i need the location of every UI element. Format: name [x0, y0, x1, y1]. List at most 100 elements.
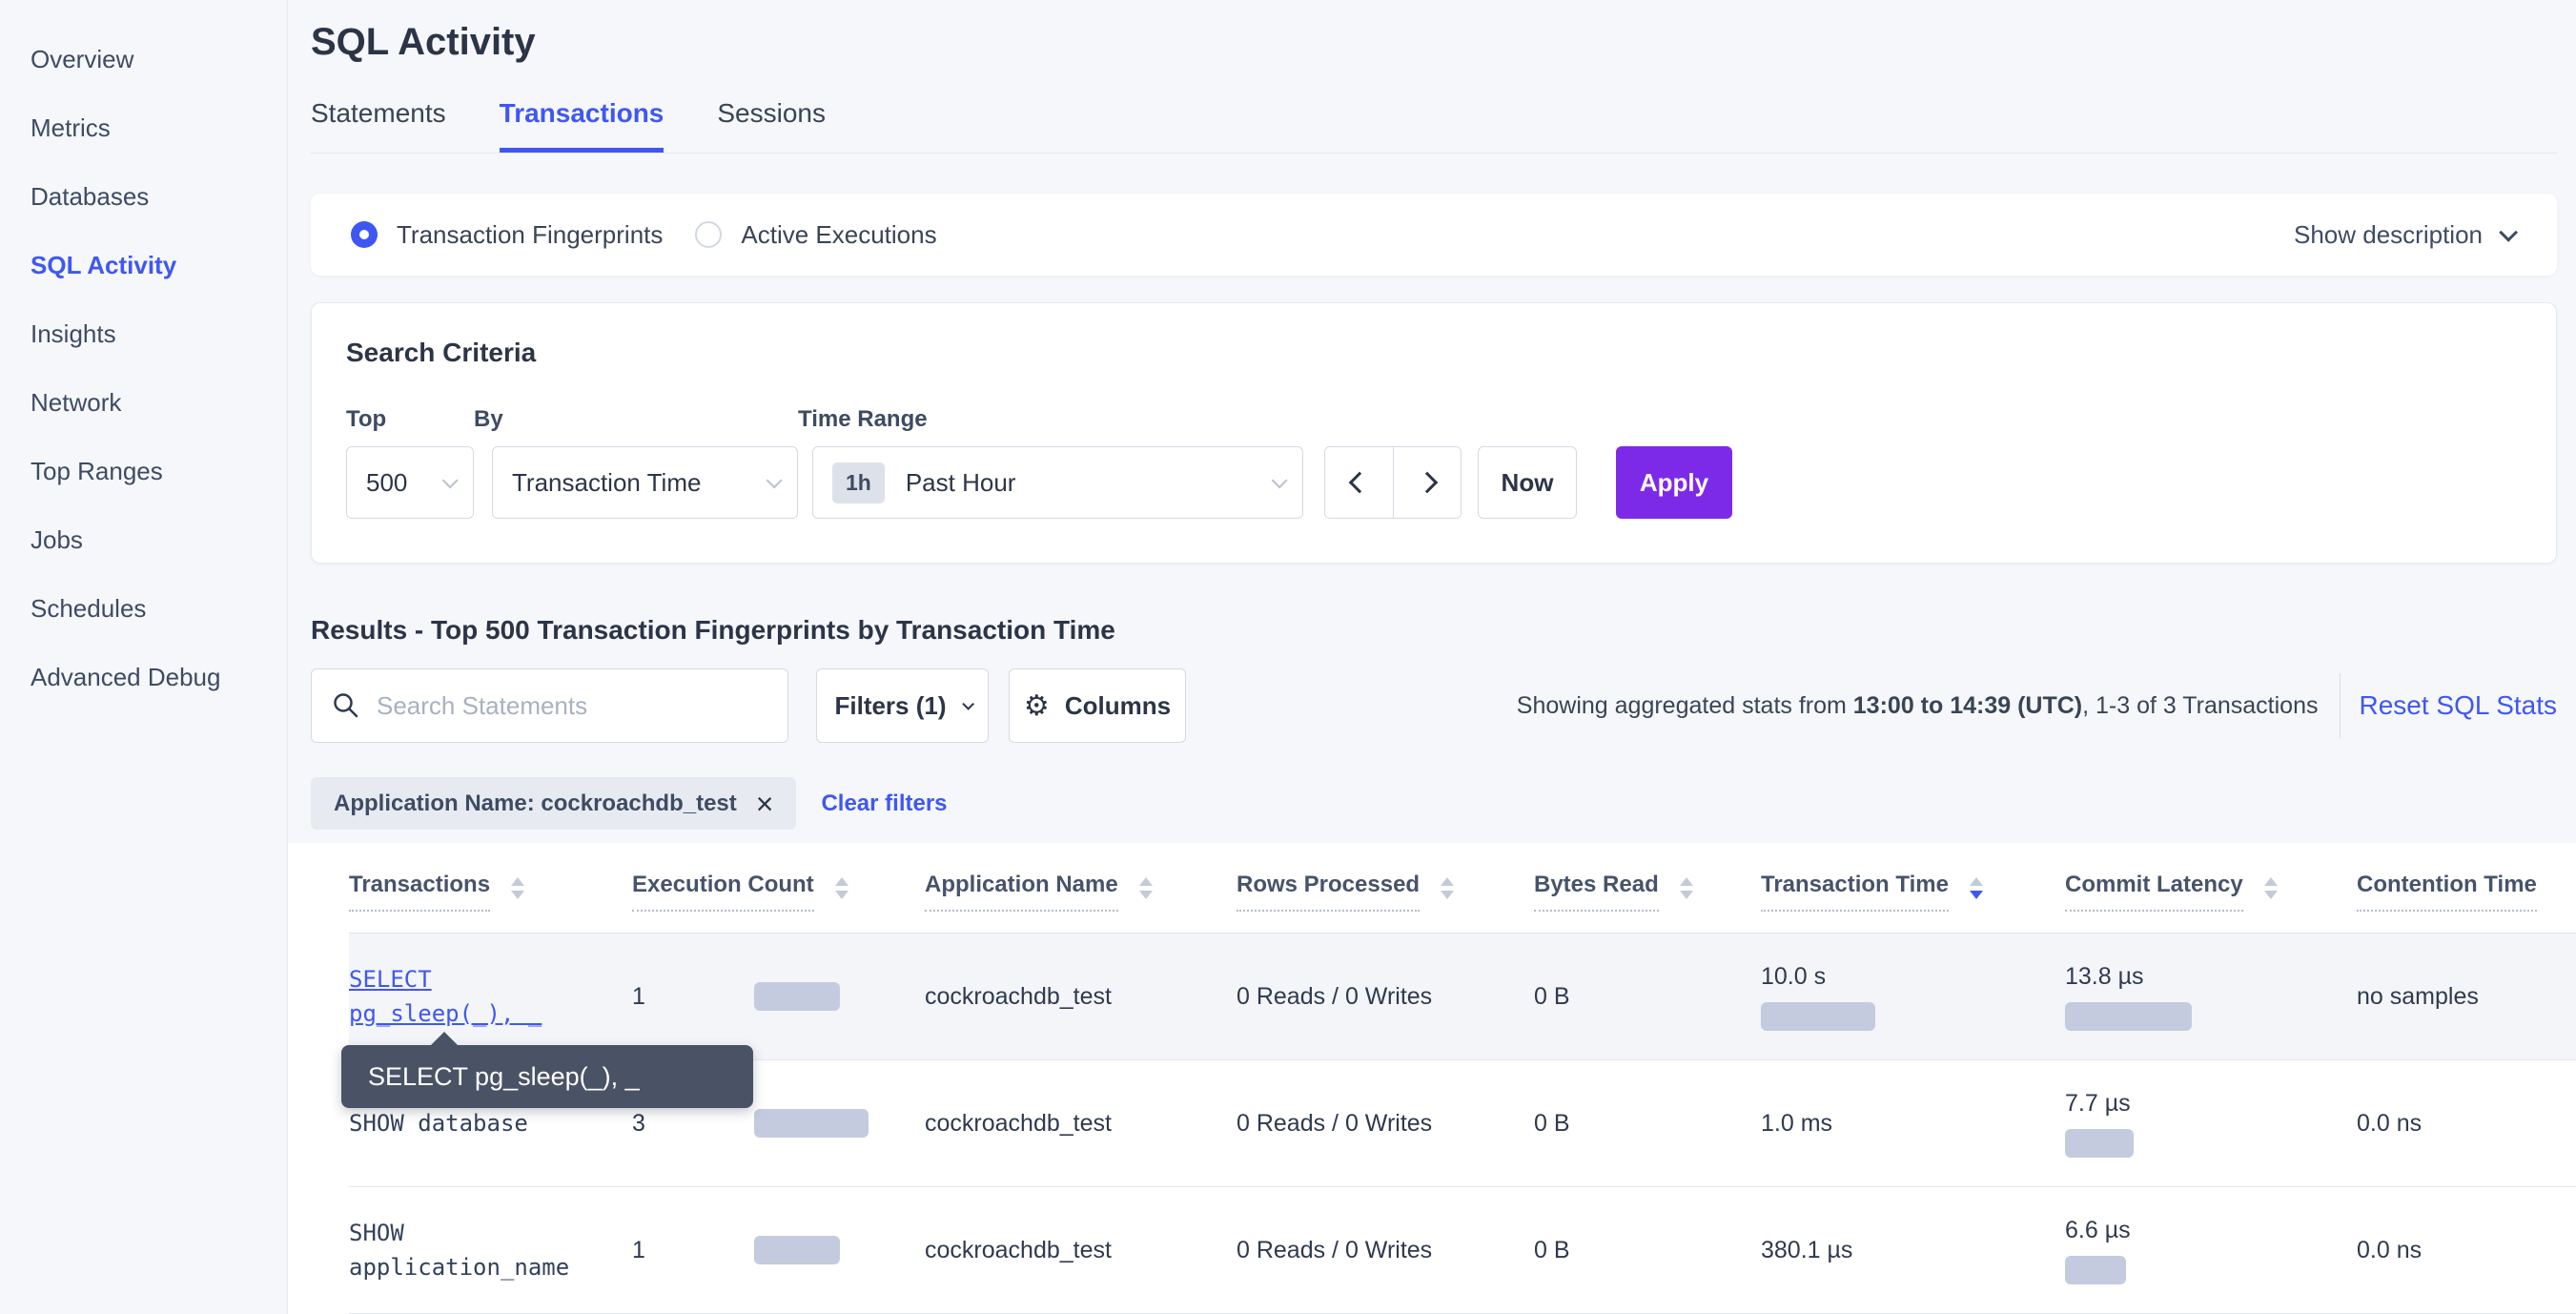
- time-range-select[interactable]: 1h Past Hour: [812, 446, 1303, 519]
- search-icon: [331, 690, 361, 721]
- sidebar-item-insights[interactable]: Insights: [0, 299, 287, 368]
- execution-count-value: 1: [632, 983, 754, 1011]
- radio-transaction-fingerprints[interactable]: Transaction Fingerprints: [351, 220, 663, 250]
- reset-sql-stats-link[interactable]: Reset SQL Stats: [2360, 690, 2558, 721]
- sidebar-item-databases[interactable]: Databases: [0, 162, 287, 231]
- time-range-field: Time Range 1h Past Hour: [798, 406, 1303, 519]
- execution-count-bar: [754, 1109, 869, 1138]
- execution-count-value: 1: [632, 1237, 754, 1264]
- time-range-value: Past Hour: [906, 468, 1016, 498]
- transaction-time-bar: [1761, 1002, 1875, 1031]
- search-input[interactable]: [377, 691, 768, 721]
- time-pager: [1324, 446, 1462, 519]
- tab-bar: Statements Transactions Sessions: [311, 98, 2557, 154]
- filters-button[interactable]: Filters (1): [816, 668, 989, 743]
- time-range-label: Time Range: [798, 406, 1303, 433]
- commit-latency-value: 13.8 µs: [2065, 963, 2144, 991]
- tab-statements[interactable]: Statements: [311, 98, 446, 153]
- chevron-right-icon: [1417, 472, 1439, 494]
- divider: [2340, 673, 2341, 738]
- tab-transactions[interactable]: Transactions: [500, 98, 664, 153]
- execution-count-bar: [754, 982, 840, 1011]
- chevron-down-icon: [1272, 472, 1288, 488]
- by-select[interactable]: Transaction Time: [492, 446, 798, 519]
- search-criteria-fields: Top 500 By Transaction Time Time Range: [346, 406, 2522, 519]
- by-field: By Transaction Time: [474, 406, 798, 519]
- filter-chip-label: Application Name: cockroachdb_test: [334, 790, 737, 817]
- sidebar-item-overview[interactable]: Overview: [0, 25, 287, 93]
- filter-chip: Application Name: cockroachdb_test ×: [311, 777, 796, 830]
- sidebar-item-schedules[interactable]: Schedules: [0, 574, 287, 643]
- sidebar-item-jobs[interactable]: Jobs: [0, 505, 287, 574]
- column-header-contention-time[interactable]: Contention Time: [2357, 872, 2576, 933]
- search-criteria-card: Search Criteria Top 500 By Transaction T…: [311, 302, 2557, 564]
- application-name-value: cockroachdb_test: [925, 1110, 1237, 1138]
- columns-label: Columns: [1065, 691, 1171, 721]
- sidebar-item-advanced-debug[interactable]: Advanced Debug: [0, 643, 287, 711]
- commit-latency-bar: [2065, 1002, 2192, 1031]
- contention-time-value: no samples: [2357, 983, 2576, 1011]
- search-box: [311, 668, 788, 743]
- sidebar-item-sql-activity[interactable]: SQL Activity: [0, 231, 287, 299]
- radio-label: Active Executions: [741, 220, 936, 250]
- close-icon[interactable]: ×: [756, 789, 774, 819]
- show-description-toggle[interactable]: Show description: [2294, 220, 2513, 250]
- radio-active-executions[interactable]: Active Executions: [695, 220, 936, 250]
- transaction-time-value: 10.0 s: [1761, 963, 1826, 991]
- filter-chip-row: Application Name: cockroachdb_test × Cle…: [311, 777, 2557, 830]
- filters-label: Filters (1): [834, 691, 946, 721]
- sidebar-item-metrics[interactable]: Metrics: [0, 93, 287, 162]
- search-criteria-heading: Search Criteria: [346, 338, 2522, 368]
- sort-icon: [835, 877, 848, 899]
- radio-label: Transaction Fingerprints: [397, 220, 663, 250]
- sidebar-item-network[interactable]: Network: [0, 368, 287, 437]
- by-select-value: Transaction Time: [512, 468, 701, 498]
- view-mode-card: Transaction Fingerprints Active Executio…: [311, 194, 2557, 276]
- results-controls: Filters (1) ⚙ Columns Showing aggregated…: [311, 668, 2557, 743]
- rows-processed-value: 0 Reads / 0 Writes: [1237, 1110, 1534, 1138]
- table-row: SHOW application_name 1 cockroachdb_test…: [349, 1187, 2576, 1314]
- top-field: Top 500: [346, 406, 474, 519]
- column-header-execution-count[interactable]: Execution Count: [632, 872, 925, 933]
- column-header-transaction-time[interactable]: Transaction Time: [1761, 872, 2065, 933]
- sort-icon: [1441, 877, 1454, 899]
- main-content: SQL Activity Statements Transactions Ses…: [288, 0, 2576, 1314]
- clear-filters-link[interactable]: Clear filters: [821, 790, 947, 817]
- transactions-table: Transactions Execution Count Application…: [288, 843, 2576, 1314]
- radio-selected-icon: [351, 221, 378, 248]
- apply-button[interactable]: Apply: [1616, 446, 1732, 519]
- chevron-down-icon: [2499, 223, 2518, 242]
- top-label: Top: [346, 406, 474, 433]
- transaction-fingerprint-link[interactable]: SHOW database: [349, 1106, 528, 1140]
- transaction-fingerprint-link[interactable]: SELECT pg_sleep(_), _: [349, 962, 578, 1031]
- tab-sessions[interactable]: Sessions: [717, 98, 826, 153]
- column-header-transactions[interactable]: Transactions: [349, 872, 632, 933]
- chevron-down-icon: [442, 472, 459, 488]
- prev-time-button[interactable]: [1325, 447, 1393, 518]
- column-header-bytes-read[interactable]: Bytes Read: [1534, 872, 1761, 933]
- execution-count-value: 3: [632, 1110, 754, 1138]
- commit-latency-value: 7.7 µs: [2065, 1090, 2131, 1118]
- top-select-value: 500: [366, 468, 407, 498]
- table-header-row: Transactions Execution Count Application…: [349, 872, 2576, 934]
- top-select[interactable]: 500: [346, 446, 474, 519]
- chevron-down-icon: [767, 472, 783, 488]
- commit-latency-bar: [2065, 1256, 2126, 1284]
- sort-icon: [1139, 877, 1153, 899]
- transaction-fingerprint-link[interactable]: SHOW application_name: [349, 1216, 587, 1284]
- column-header-application-name[interactable]: Application Name: [925, 872, 1237, 933]
- column-header-commit-latency[interactable]: Commit Latency: [2065, 872, 2357, 933]
- execution-count-bar: [754, 1236, 840, 1264]
- now-button[interactable]: Now: [1478, 446, 1577, 519]
- next-time-button[interactable]: [1393, 447, 1461, 518]
- chevron-down-icon: [962, 698, 974, 710]
- columns-button[interactable]: ⚙ Columns: [1009, 668, 1186, 743]
- commit-latency-bar: [2065, 1129, 2134, 1158]
- sidebar-item-top-ranges[interactable]: Top Ranges: [0, 437, 287, 505]
- results-heading: Results - Top 500 Transaction Fingerprin…: [311, 615, 2557, 646]
- table-row: SELECT pg_sleep(_), _ 1 cockroachdb_test…: [349, 934, 2576, 1060]
- aggregated-stats-text: Showing aggregated stats from 13:00 to 1…: [1517, 692, 2319, 720]
- sort-icon-active: [1970, 877, 1983, 899]
- column-header-rows-processed[interactable]: Rows Processed: [1237, 872, 1534, 933]
- show-description-label: Show description: [2294, 220, 2483, 250]
